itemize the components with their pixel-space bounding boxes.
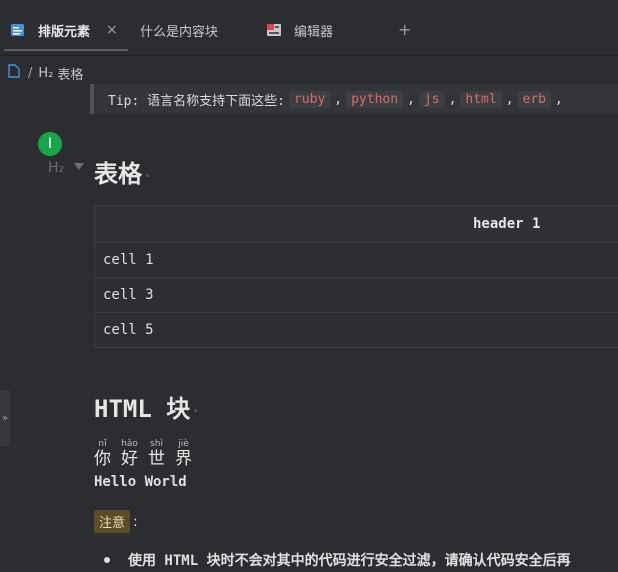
comma: , — [407, 91, 415, 107]
tab-label: 编辑器 — [294, 24, 334, 40]
breadcrumb-title[interactable]: 表格 — [57, 64, 83, 83]
ruby-char: 好hǎo — [121, 439, 138, 469]
ruby-char: 你nǐ — [94, 439, 111, 469]
file-icon[interactable] — [8, 64, 20, 82]
inline-code: ruby — [288, 90, 331, 108]
ruby-char: 世shì — [148, 439, 165, 469]
close-icon[interactable]: × — [106, 22, 118, 38]
tab-typography[interactable]: 排版元素 × — [10, 12, 118, 48]
table-heading: 表格· — [94, 154, 153, 189]
pinyin: hǎo — [121, 439, 138, 449]
tab-content-block[interactable]: 什么是内容块 — [140, 12, 218, 48]
table-header: header 1 — [95, 206, 618, 242]
breadcrumb-heading-level[interactable]: H₂ — [38, 66, 53, 81]
html-heading: HTML 块· — [94, 389, 201, 424]
table-cell: cell 5 — [103, 322, 154, 338]
comma: , — [448, 91, 457, 107]
pinyin: shì — [148, 439, 165, 449]
pinyin: jiè — [175, 439, 192, 449]
tip-prefix: Tip: 语言名称支持下面这些: — [108, 93, 285, 109]
text-cursor-icon: I — [38, 132, 62, 156]
table-row[interactable]: cell 1 — [95, 242, 618, 277]
table-row[interactable]: cell 5 — [95, 312, 618, 347]
tab-bar: 排版元素 × 什么是内容块 编辑器 + — [0, 0, 618, 56]
inline-code: js — [418, 90, 445, 108]
note-colon: : — [133, 513, 138, 530]
hello-world-text: Hello World — [94, 474, 187, 490]
ruby-text: 你nǐ 好hǎo 世shì 界jiè — [94, 439, 202, 469]
tab-label: 什么是内容块 — [140, 24, 219, 40]
tip-blockquote: Tip: 语言名称支持下面这些: ruby, python, js, html,… — [90, 84, 618, 114]
heading-dot: · — [142, 166, 153, 187]
inline-code: python — [346, 90, 404, 108]
table-cell: cell 3 — [103, 287, 154, 303]
board-icon — [266, 22, 282, 38]
data-table: header 1 cell 1 cell 3 cell 5 — [94, 205, 618, 348]
add-tab-button[interactable]: + — [398, 20, 411, 39]
list-item-text: 使用 HTML 块时不会对其中的代码进行安全过滤，请确认代码安全后再 — [128, 553, 571, 569]
document-icon — [10, 22, 26, 38]
collapse-toggle-icon[interactable] — [74, 163, 84, 170]
breadcrumb-separator: / — [28, 65, 33, 81]
comma: , — [555, 91, 563, 107]
heading-text: 表格 — [94, 160, 142, 188]
inline-code: erb — [517, 90, 552, 108]
editor-content: Tip: 语言名称支持下面这些: ruby, python, js, html,… — [0, 84, 618, 572]
list-item: 使用 HTML 块时不会对其中的代码进行安全过滤，请确认代码安全后再 — [104, 550, 571, 570]
table-header-cell: header 1 — [473, 216, 541, 232]
heading-level-marker[interactable]: H₂ — [48, 160, 64, 176]
note-line: 注意 : — [94, 510, 138, 533]
comma: , — [334, 91, 343, 107]
bullet-icon — [104, 557, 110, 563]
tab-label: 排版元素 — [38, 24, 91, 40]
pinyin: nǐ — [94, 439, 111, 449]
note-tag: 注意 — [94, 510, 131, 533]
inline-code: html — [460, 90, 502, 108]
table-row[interactable]: cell 3 — [95, 277, 618, 312]
heading-dot: · — [190, 401, 202, 422]
comma: , — [505, 91, 514, 107]
heading-text: HTML 块 — [94, 395, 191, 423]
active-tab-indicator — [4, 49, 128, 51]
tab-editor[interactable]: 编辑器 — [266, 12, 333, 48]
ruby-char: 界jiè — [175, 439, 192, 469]
table-cell: cell 1 — [103, 252, 154, 268]
expand-sidebar-icon[interactable]: » — [0, 390, 10, 446]
